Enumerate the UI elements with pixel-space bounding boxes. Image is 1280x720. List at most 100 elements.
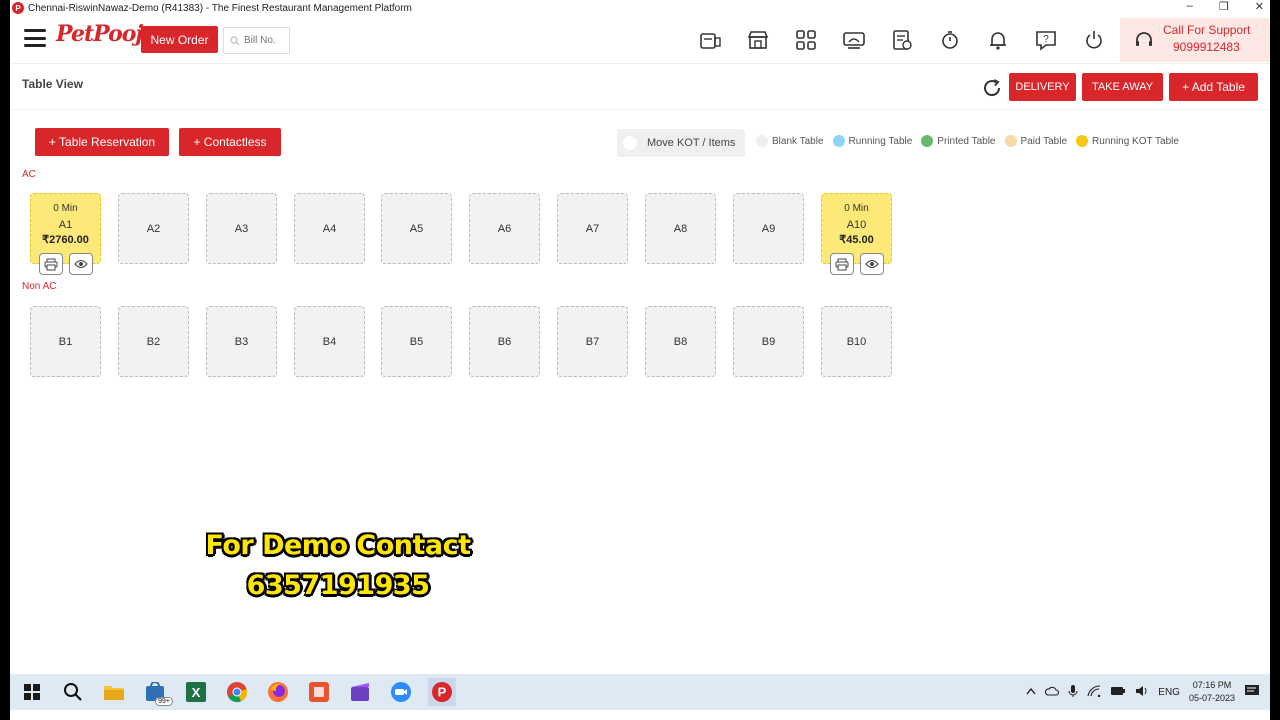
contactless-button[interactable]: + Contactless: [179, 128, 281, 156]
add-table-button[interactable]: + Add Table: [1169, 73, 1258, 101]
view-eye-icon[interactable]: [69, 253, 93, 275]
table-amount: ₹45.00: [839, 234, 874, 246]
table-tile[interactable]: A8: [645, 193, 716, 264]
table-name: B4: [322, 335, 337, 348]
table-tile[interactable]: A5: [381, 193, 452, 264]
table-name: A7: [585, 222, 600, 235]
support-box[interactable]: Call For Support 9099912483: [1120, 18, 1270, 62]
table-name: B1: [58, 335, 73, 348]
section-label: AC: [22, 169, 36, 180]
help-icon[interactable]: ?: [1030, 26, 1062, 54]
move-kot-toggle[interactable]: Move KOT / Items: [617, 129, 745, 157]
print-icon[interactable]: [39, 253, 63, 275]
grid-icon[interactable]: [790, 26, 822, 54]
new-order-button[interactable]: New Order: [141, 26, 218, 53]
table-name: B10: [846, 335, 867, 348]
page-title: Table View: [22, 77, 83, 91]
table-tile[interactable]: A3: [206, 193, 277, 264]
table-tile[interactable]: A9: [733, 193, 804, 264]
cloud-icon[interactable]: [1045, 686, 1060, 699]
video-editor-icon[interactable]: [346, 678, 374, 706]
table-tile[interactable]: B6: [469, 306, 540, 377]
file-explorer-icon[interactable]: [100, 678, 128, 706]
table-name: B7: [585, 335, 600, 348]
table-tile[interactable]: B7: [557, 306, 628, 377]
table-tile[interactable]: B8: [645, 306, 716, 377]
windows-taskbar: 99+ X P ENG 07:16 PM 05-07-2023: [10, 674, 1270, 710]
print-icon[interactable]: [830, 253, 854, 275]
table-reservation-button[interactable]: + Table Reservation: [35, 128, 169, 156]
take-away-button[interactable]: TAKE AWAY: [1082, 73, 1163, 101]
status-legend: Blank Table Running Table Printed Table Pai…: [756, 135, 1179, 147]
table-name: B8: [673, 335, 688, 348]
table-name: A6: [497, 222, 512, 235]
table-tile[interactable]: A6: [469, 193, 540, 264]
firefox-icon[interactable]: [264, 678, 292, 706]
battery-icon[interactable]: [1110, 686, 1126, 699]
dine-in-icon[interactable]: [838, 26, 870, 54]
speaker-icon[interactable]: [1135, 685, 1149, 700]
store-badge-icon[interactable]: 99+: [141, 678, 173, 706]
table-name: A2: [146, 222, 161, 235]
table-tile[interactable]: A7: [557, 193, 628, 264]
store-icon[interactable]: [742, 26, 774, 54]
close-button[interactable]: ✕: [1255, 0, 1264, 13]
petpooja-icon[interactable]: P: [428, 678, 456, 706]
menu-icon[interactable]: [24, 29, 46, 47]
table-name: A4: [322, 222, 337, 235]
power-icon[interactable]: [1078, 26, 1110, 54]
svg-text:X: X: [192, 685, 201, 700]
legend-dot: [1004, 135, 1017, 147]
chrome-icon[interactable]: [223, 678, 251, 706]
system-clock[interactable]: 07:16 PM 05-07-2023: [1189, 679, 1235, 705]
bill-number-input[interactable]: [244, 35, 286, 46]
timer-icon[interactable]: [934, 26, 966, 54]
window-controls: – ❐ ✕: [1187, 0, 1264, 13]
restore-button[interactable]: ❐: [1219, 0, 1229, 13]
legend-item: Paid Table: [1004, 135, 1067, 147]
table-amount: ₹2760.00: [42, 234, 89, 246]
table-name: B2: [146, 335, 161, 348]
legend-label: Running Table: [848, 135, 913, 147]
notification-icon[interactable]: [1244, 684, 1260, 701]
delivery-box-icon[interactable]: [694, 26, 726, 54]
search-icon[interactable]: [59, 678, 87, 706]
refresh-icon[interactable]: [980, 76, 1004, 100]
office-icon[interactable]: [305, 678, 333, 706]
table-name: A5: [409, 222, 424, 235]
clock-time: 07:16 PM: [1192, 680, 1232, 690]
legend-label: Running KOT Table: [1092, 135, 1179, 147]
table-tile[interactable]: B9: [733, 306, 804, 377]
excel-icon[interactable]: X: [182, 678, 210, 706]
table-tile[interactable]: B1: [30, 306, 101, 377]
language-indicator[interactable]: ENG: [1158, 687, 1180, 698]
minimize-button[interactable]: –: [1187, 0, 1193, 13]
chevron-up-icon[interactable]: [1026, 687, 1036, 698]
legend-item: Running KOT Table: [1076, 135, 1179, 147]
view-eye-icon[interactable]: [860, 253, 884, 275]
support-phone: 9099912483: [1173, 40, 1240, 54]
windows-start-icon[interactable]: [18, 678, 46, 706]
table-tile[interactable]: B4: [294, 306, 365, 377]
microphone-icon[interactable]: [1068, 684, 1078, 701]
app-window: P Chennai-RiswinNawaz-Demo (R41383) - Th…: [10, 0, 1270, 720]
table-tile[interactable]: A4: [294, 193, 365, 264]
bell-icon[interactable]: [982, 26, 1014, 54]
window-title: Chennai-RiswinNawaz-Demo (R41383) - The …: [28, 2, 412, 14]
table-time: 0 Min: [844, 203, 869, 214]
zoom-icon[interactable]: [387, 678, 415, 706]
table-tile[interactable]: B5: [381, 306, 452, 377]
table-tile[interactable]: B3: [206, 306, 277, 377]
table-time: 0 Min: [53, 203, 78, 214]
table-tile[interactable]: B2: [118, 306, 189, 377]
delivery-button[interactable]: DELIVERY: [1009, 73, 1076, 101]
table-name: B6: [497, 335, 512, 348]
reports-icon[interactable]: [886, 26, 918, 54]
toggle-knob: [623, 136, 637, 150]
demo-contact-overlay: For Demo Contact 6357191935: [193, 526, 483, 606]
wifi-icon[interactable]: [1087, 684, 1101, 700]
table-tile[interactable]: A2: [118, 193, 189, 264]
table-name: B5: [409, 335, 424, 348]
table-name: B3: [234, 335, 249, 348]
table-tile[interactable]: B10: [821, 306, 892, 377]
